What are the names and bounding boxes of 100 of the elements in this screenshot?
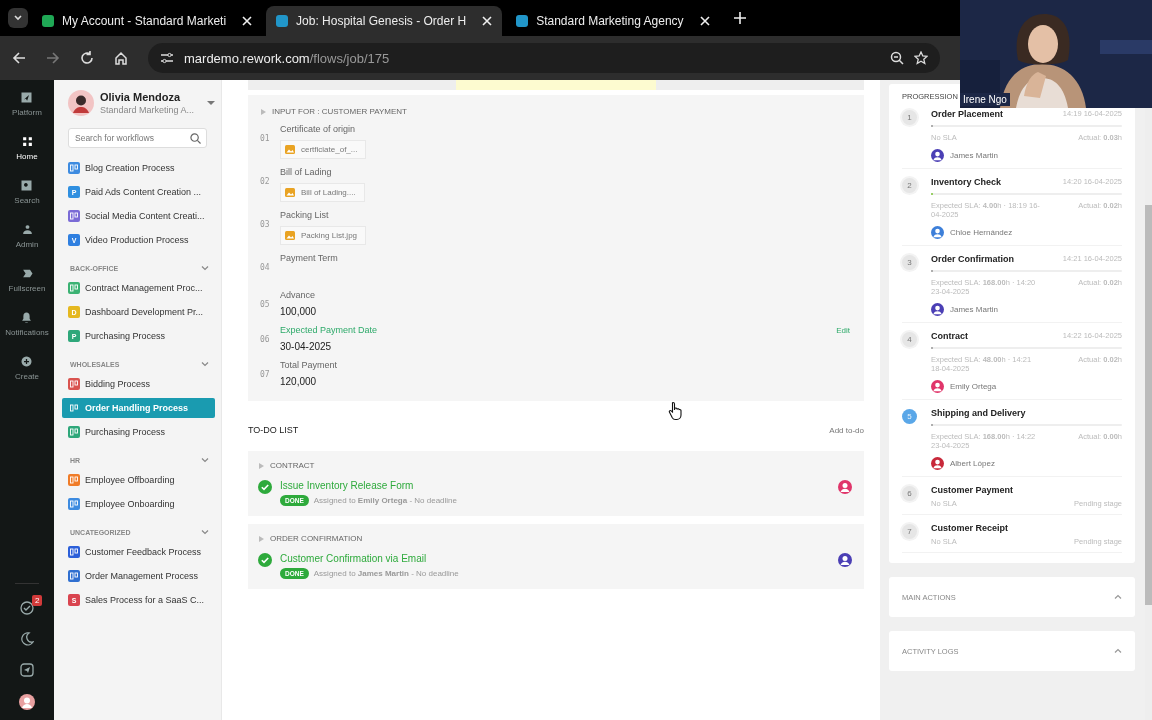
close-icon[interactable]	[242, 16, 253, 26]
moon-icon[interactable]	[20, 632, 34, 646]
stage-name: Customer Receipt	[931, 523, 1009, 533]
bookmark-star-icon[interactable]	[914, 51, 928, 65]
field-number: 04	[260, 263, 271, 272]
field-number: 02	[260, 177, 271, 186]
stage-name: Customer Payment	[931, 485, 1014, 495]
rail-icon	[19, 90, 35, 105]
address-bar[interactable]: mardemo.rework.com/flows/job/175	[148, 43, 940, 73]
avatar-icon[interactable]	[19, 694, 35, 710]
file-attachment[interactable]: Bill of Lading....	[280, 183, 365, 202]
field-number: 01	[260, 134, 271, 143]
chevron-icon[interactable]	[201, 456, 209, 464]
workflow-item[interactable]: Bidding Process	[62, 374, 215, 394]
chevron-icon[interactable]	[201, 528, 209, 536]
step-number: 6	[902, 486, 917, 501]
stage-name: CONTRACT	[270, 461, 315, 470]
step-number: 5	[902, 409, 917, 424]
step-number: 3	[902, 255, 917, 270]
workflow-item[interactable]: Blog Creation Process	[62, 158, 215, 178]
url-text: mardemo.rework.com/flows/job/175	[184, 50, 390, 66]
caret-icon[interactable]	[207, 99, 215, 107]
field-label: Bill of Lading	[280, 167, 332, 177]
workflow-item[interactable]: Contract Management Proc...	[62, 278, 215, 298]
scrollbar-thumb[interactable]	[1145, 205, 1152, 605]
count-badge: 2	[32, 595, 43, 606]
site-settings-icon[interactable]	[160, 51, 174, 65]
assignee-name: James Martin	[950, 305, 998, 314]
assignee-name: Albert López	[950, 459, 995, 468]
stage-name: Contract	[931, 331, 968, 341]
user-name: Olivia Mendoza	[100, 91, 182, 103]
check-circle-icon[interactable]	[258, 480, 272, 494]
chevron-icon[interactable]	[201, 264, 209, 272]
file-attachment[interactable]: certficiate_of_...	[280, 140, 367, 159]
assignee-name: Emily Ortega	[950, 382, 997, 391]
field-label: Total Payment	[280, 360, 338, 370]
rail-item[interactable]: Home	[16, 134, 38, 161]
field-label: Certificate of origin	[280, 124, 356, 134]
image-file-icon	[285, 231, 295, 240]
close-icon[interactable]	[482, 16, 493, 26]
search-icon[interactable]	[190, 133, 201, 144]
workflow-item[interactable]: Employee Onboarding	[62, 494, 215, 514]
field-value: 100,000	[280, 306, 318, 317]
step-number: 1	[902, 110, 917, 125]
rail-item[interactable]: Notifications	[5, 310, 49, 337]
workflow-item[interactable]: Purchasing Process	[62, 422, 215, 442]
step-number: 7	[902, 524, 917, 539]
field-label: Packing List	[280, 210, 329, 220]
step-number: 4	[902, 332, 917, 347]
rail-item[interactable]: Admin	[15, 222, 39, 249]
search-field[interactable]: Search for workflows	[68, 128, 207, 148]
close-icon[interactable]	[699, 16, 710, 26]
stage-name: Order Confirmation	[931, 254, 1014, 264]
rail-item[interactable]: Search	[14, 178, 40, 205]
browser-tab[interactable]: Job: Hospital Genesis - Order H	[266, 6, 503, 36]
send-icon[interactable]	[20, 663, 34, 677]
section-title: INPUT FOR : CUSTOMER PAYMENT	[272, 107, 407, 116]
rail-icon	[19, 178, 35, 193]
chevron-icon	[13, 13, 23, 23]
stage-name: ORDER CONFIRMATION	[270, 534, 363, 543]
stage-name: Shipping and Delivery	[931, 408, 1026, 418]
reload-icon[interactable]	[80, 51, 94, 65]
field-label: Advance	[280, 290, 316, 300]
workflow-item[interactable]: Customer Feedback Process	[62, 542, 215, 562]
rail-item[interactable]: Platform	[12, 90, 42, 117]
field-label: Expected Payment Date	[280, 325, 378, 335]
tasks-check-icon[interactable]	[20, 601, 34, 615]
browser-tab[interactable]: Standard Marketing Agency	[506, 6, 720, 36]
home-icon[interactable]	[114, 51, 128, 65]
assignee-name: James Martin	[950, 151, 998, 160]
new-tab-icon[interactable]	[733, 12, 746, 24]
tab-list-button[interactable]	[8, 8, 28, 28]
add-todo-link[interactable]: Add to-do	[829, 425, 864, 435]
field-label: Payment Term	[280, 253, 338, 263]
field-value: 30-04-2025	[280, 341, 333, 352]
field-number: 06	[260, 335, 271, 344]
avatar-icon[interactable]	[68, 90, 94, 116]
rail-item[interactable]: Create	[15, 354, 39, 381]
assignment-text: Assigned to Emily Ortega - No deadline	[313, 496, 457, 505]
check-circle-icon[interactable]	[258, 553, 272, 567]
section-title: TO-DO LIST	[248, 425, 299, 435]
workflow-item[interactable]: Order Management Process	[62, 566, 215, 586]
workflow-item[interactable]: Employee Offboarding	[62, 470, 215, 490]
rail-item[interactable]: Fullscreen	[8, 266, 46, 293]
back-icon[interactable]	[12, 51, 26, 65]
field-value: 120,000	[280, 376, 318, 387]
image-file-icon	[285, 145, 295, 154]
field-number: 05	[260, 300, 271, 309]
rail-icon	[19, 354, 35, 369]
assignee-name: Chloe Hernández	[950, 228, 1013, 237]
workflow-item[interactable]: Social Media Content Creati...	[62, 206, 215, 226]
image-file-icon	[285, 188, 295, 197]
chevron-icon[interactable]	[201, 360, 209, 368]
file-attachment[interactable]: Packing List.jpg	[280, 226, 367, 245]
browser-tab[interactable]: My Account - Standard Marketi	[32, 6, 263, 36]
organization-name: Standard Marketing A...	[100, 105, 196, 115]
forward-icon[interactable]	[46, 51, 60, 65]
participant-name: Irene Ngo	[960, 93, 1010, 106]
zoom-icon[interactable]	[890, 51, 904, 65]
stage-name: Order Placement	[931, 109, 1004, 119]
